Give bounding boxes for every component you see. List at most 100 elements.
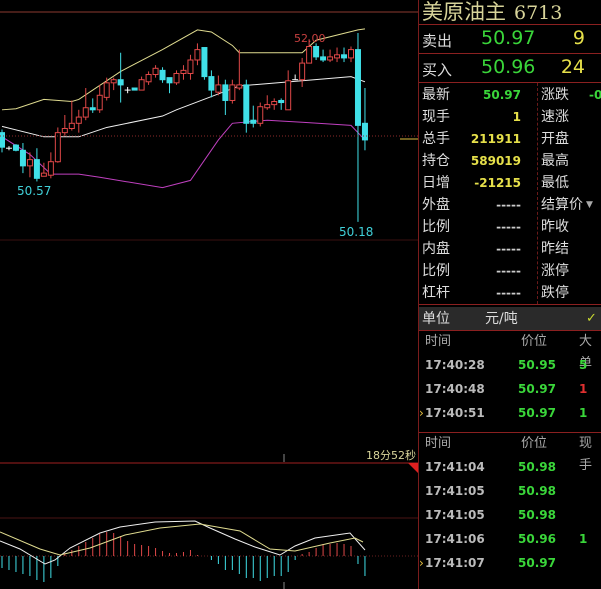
- stat-row: 比例 ----- 涨停: [419, 260, 601, 282]
- buy-qty: 24: [560, 56, 585, 78]
- stat-value: -----: [496, 242, 521, 256]
- list-item[interactable]: 17:41:06 50.96 1: [419, 527, 601, 551]
- candle-body: [138, 79, 145, 91]
- stat-value: -----: [496, 264, 521, 278]
- candle: [173, 70, 180, 85]
- current-row-marker: ›: [419, 406, 424, 420]
- candle: [215, 75, 222, 96]
- candle: [222, 79, 229, 116]
- trade-price: 50.97: [518, 406, 556, 420]
- candle: [68, 100, 75, 131]
- candle-body: [89, 107, 96, 111]
- candle: [354, 33, 361, 222]
- candle: [334, 47, 341, 63]
- list-item[interactable]: 17:40:48 50.97 1: [419, 377, 601, 401]
- trade-price: 50.98: [518, 460, 556, 474]
- stat-label: 最新: [422, 87, 450, 103]
- list-item[interactable]: › 17:41:07 50.97: [419, 551, 601, 575]
- candle-body: [354, 49, 361, 126]
- candle: [285, 70, 292, 111]
- candle-body: [166, 77, 173, 84]
- candle-body: [33, 159, 40, 179]
- candle: [131, 87, 138, 91]
- trade-price: 50.98: [518, 508, 556, 522]
- stat-label-2: 最低: [541, 175, 569, 191]
- list-item[interactable]: 17:40:28 50.95 5: [419, 353, 601, 377]
- stat-row: 持仓 589019 最高: [419, 150, 601, 172]
- candle-body: [334, 54, 341, 59]
- candle: [320, 49, 327, 63]
- countdown-label: 18分52秒: [366, 448, 416, 462]
- trade-time: 17:41:06: [425, 532, 485, 546]
- candle: [313, 43, 320, 60]
- list-item[interactable]: › 17:40:51 50.97 1: [419, 401, 601, 425]
- candle: [243, 79, 250, 133]
- trade-time: 17:40:48: [425, 382, 485, 396]
- candle-body: [222, 84, 229, 101]
- high-label: 52.00: [294, 32, 326, 45]
- current-row-marker: ›: [419, 556, 424, 570]
- check-icon[interactable]: ✓: [586, 307, 597, 331]
- stat-row: 总手 211911 开盘: [419, 128, 601, 150]
- instrument-code: 6713: [514, 2, 563, 24]
- candle: [187, 54, 194, 80]
- candle-body: [327, 56, 334, 61]
- candle-body: [236, 84, 243, 89]
- candle-body: [361, 122, 368, 141]
- stat-value-2: -0.3: [589, 88, 601, 102]
- quote-panel: 美原油主 6713 卖出 50.97 9 买入 50.96 24 最新 50.97 涨跌 -0.…: [418, 0, 601, 589]
- candle-body: [215, 84, 222, 93]
- big-trades-list[interactable]: 时间 价位 大单 17:40:28 50.95 5 17:40:48 50.97 1 › 17:40…: [419, 331, 601, 433]
- candle: [82, 88, 89, 121]
- macd-dif-line: [0, 520, 366, 565]
- candle-body: [75, 116, 82, 124]
- candle-body: [110, 79, 117, 84]
- candle: [96, 84, 103, 113]
- candle: [271, 98, 278, 110]
- sell-label: 卖出: [422, 32, 453, 50]
- dropdown-arrow-icon[interactable]: ▼: [586, 194, 593, 216]
- candle-body: [159, 69, 166, 81]
- tick-list[interactable]: 时间 价位 现手 17:41:04 50.98 17:41:05 50.98 17:41:05…: [419, 433, 601, 589]
- candle: [0, 129, 5, 153]
- list-item[interactable]: 17:41:05 50.98: [419, 503, 601, 527]
- stat-label-2: 开盘: [541, 131, 569, 147]
- candle: [341, 47, 348, 63]
- stat-value: 50.97: [483, 88, 521, 102]
- candle: [166, 77, 173, 94]
- candle-body: [12, 144, 19, 151]
- candle: [194, 43, 201, 66]
- stat-label-2: 最高: [541, 153, 569, 169]
- trade-time: 17:40:28: [425, 358, 485, 372]
- candle-body: [250, 119, 257, 124]
- kline-chart[interactable]: 52.00 50.18 50.57 18分52秒: [0, 0, 418, 589]
- buy-label: 买入: [422, 61, 453, 79]
- stat-label: 持仓: [422, 153, 450, 169]
- candle: [208, 70, 215, 98]
- stat-label-2: 涨跌: [541, 87, 569, 103]
- list-header: 时间 价位 大单: [419, 331, 601, 371]
- candle-body: [0, 132, 5, 148]
- stat-value: 589019: [470, 154, 521, 168]
- candle-body: [194, 49, 201, 61]
- stat-label: 杠杆: [422, 285, 450, 301]
- candle: [5, 146, 12, 151]
- unit-label: 单位: [422, 311, 450, 327]
- candle-body: [131, 87, 138, 91]
- resize-triangle-icon[interactable]: [408, 463, 418, 473]
- trade-qty: 1: [579, 406, 588, 420]
- candle-body: [82, 107, 89, 118]
- stat-label-2: 速涨: [541, 109, 569, 125]
- candle-body: [348, 49, 354, 59]
- candle-body: [96, 94, 103, 111]
- stat-row: 日增 -21215 最低: [419, 172, 601, 194]
- list-item[interactable]: 17:41:04 50.98: [419, 455, 601, 479]
- stat-label-2: 涨停: [541, 263, 569, 279]
- candle-body: [243, 84, 250, 124]
- sell-row: 卖出 50.97 9: [419, 25, 601, 54]
- candle-body: [278, 99, 285, 104]
- trade-price: 50.95: [518, 358, 556, 372]
- candle: [348, 46, 354, 63]
- list-item[interactable]: 17:41:05 50.98: [419, 479, 601, 503]
- candle-body: [117, 79, 124, 86]
